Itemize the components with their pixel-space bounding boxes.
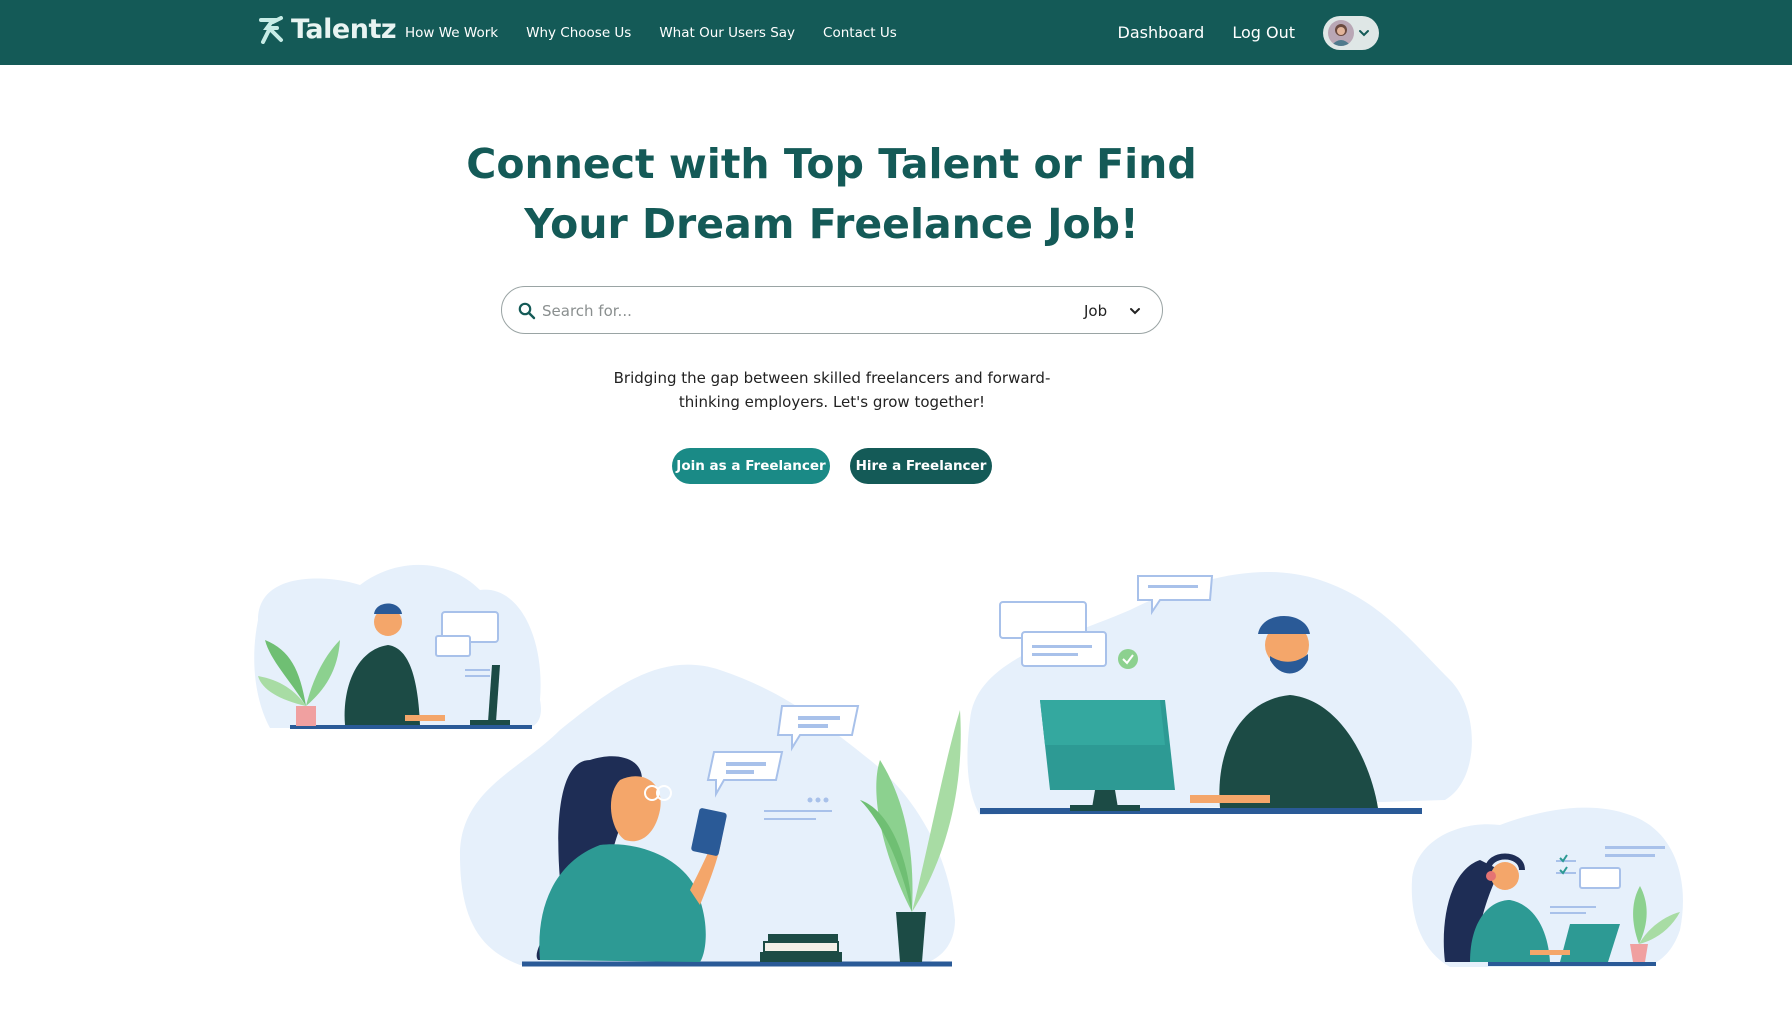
- illustration-man-at-desk: [254, 564, 541, 729]
- illustration-man-with-monitor: [967, 571, 1472, 815]
- illustration-woman-with-headphones: [1411, 807, 1683, 967]
- hero-illustration: [254, 564, 1683, 967]
